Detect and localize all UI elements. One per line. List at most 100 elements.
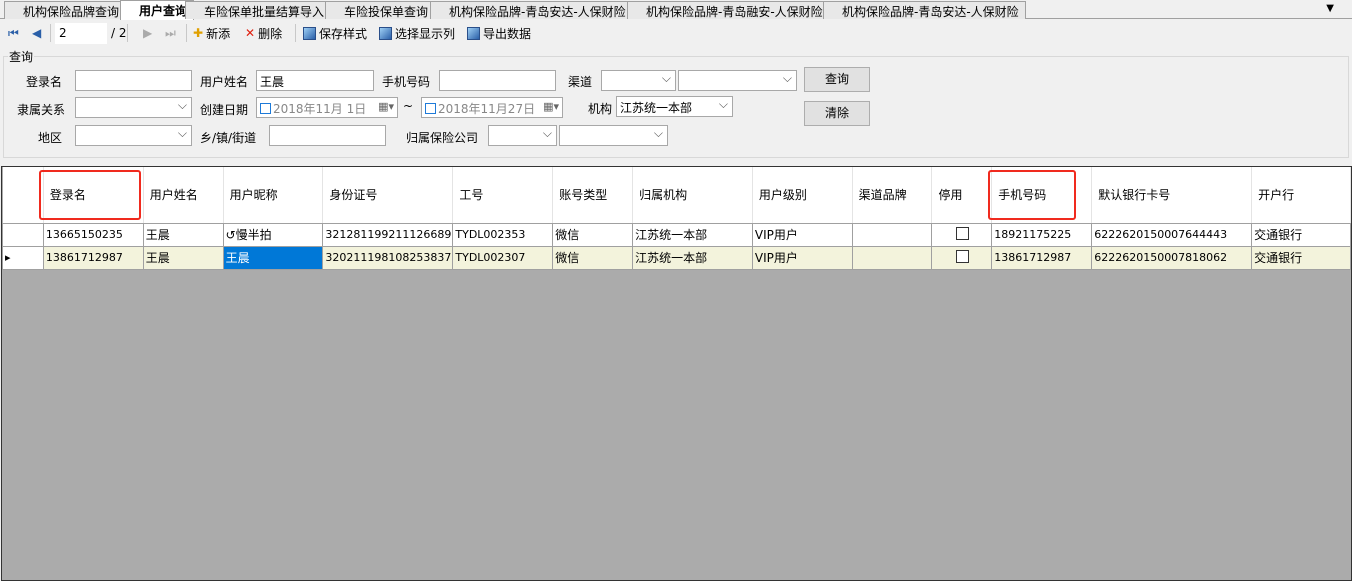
- table-cell[interactable]: 江苏统一本部: [632, 245, 753, 270]
- column-header[interactable]: 开户行: [1251, 167, 1351, 224]
- date-to-picker[interactable]: 2018年11月27日 ▦▾: [421, 97, 563, 118]
- user-grid: 登录名 用户姓名 用户昵称 身份证号 工号 账号类型 归属机构 用户级别 渠道品牌 停用 手机号码默…: [1, 166, 1352, 581]
- image-icon: [303, 26, 316, 40]
- last-page-icon[interactable]: ⏭: [165, 24, 176, 42]
- calendar-icon[interactable]: ▦▾: [378, 100, 394, 113]
- insurer-sub-select[interactable]: [559, 125, 668, 146]
- table-cell[interactable]: 交通银行: [1251, 222, 1351, 247]
- page-total: / 2: [111, 26, 127, 40]
- channel-select[interactable]: [601, 70, 676, 91]
- tab-org-brand-qd-anda-2[interactable]: 机构保险品牌-青岛安达-人保财险: [823, 1, 1026, 19]
- tab-org-brand-qd-anda[interactable]: 机构保险品牌-青岛安达-人保财险: [430, 1, 633, 19]
- save-style-label: 保存样式: [319, 26, 368, 41]
- column-header[interactable]: 停用: [931, 167, 993, 224]
- table-cell[interactable]: TYDL002307: [452, 245, 554, 270]
- username-input[interactable]: 王晨: [256, 70, 374, 91]
- created-date-label: 创建日期: [200, 103, 249, 117]
- channel-sub-select[interactable]: [678, 70, 797, 91]
- table-cell[interactable]: 13861712987: [42, 245, 144, 270]
- table-cell[interactable]: 13861712987: [991, 245, 1093, 270]
- add-label: 新添: [206, 26, 231, 41]
- table-cell[interactable]: 18921175225: [991, 222, 1093, 247]
- next-page-icon[interactable]: ▶: [143, 24, 152, 42]
- image-icon: [379, 26, 392, 40]
- phone-input[interactable]: [439, 70, 556, 91]
- first-page-icon[interactable]: ⏮: [8, 24, 19, 42]
- region-label: 地区: [38, 131, 63, 145]
- table-cell[interactable]: 微信: [552, 245, 634, 270]
- delete-button[interactable]: ✕ 删除: [245, 24, 282, 42]
- table-cell[interactable]: VIP用户: [751, 245, 853, 270]
- table-cell[interactable]: [851, 222, 933, 247]
- org-select[interactable]: 江苏统一本部: [616, 96, 733, 117]
- current-row-indicator[interactable]: ▸: [2, 245, 44, 270]
- region-select[interactable]: [75, 125, 192, 146]
- search-button[interactable]: 查询: [804, 67, 870, 92]
- image-icon: [467, 26, 480, 40]
- table-cell[interactable]: 微信: [552, 222, 634, 247]
- table-cell[interactable]: 6222620150007644443: [1091, 222, 1253, 247]
- column-header[interactable]: 用户级别: [752, 167, 853, 224]
- tab-strip: 机构保险品牌查询 用户查询 车险保单批量结算导入 车险投保单查询 机构保险品牌-…: [0, 0, 1352, 20]
- column-header[interactable]: 身份证号: [322, 167, 454, 224]
- clear-button[interactable]: 清除: [804, 101, 870, 126]
- disabled-checkbox[interactable]: [956, 226, 970, 240]
- table-cell[interactable]: 王晨: [142, 222, 224, 247]
- page-input[interactable]: 2: [55, 23, 107, 44]
- tab-batch-settle-import[interactable]: 车险保单批量结算导入: [185, 1, 332, 19]
- plus-icon: ✚: [193, 26, 204, 40]
- tab-policy-query[interactable]: 车险投保单查询: [325, 1, 436, 19]
- table-cell[interactable]: 6222620150007818062: [1091, 245, 1253, 270]
- highlight-phone-column: [988, 170, 1076, 220]
- calendar-icon[interactable]: ▦▾: [543, 100, 559, 113]
- insurer-label: 归属保险公司: [406, 131, 479, 145]
- column-header[interactable]: 渠道品牌: [852, 167, 933, 224]
- save-style-button[interactable]: 保存样式: [303, 24, 367, 42]
- column-header[interactable]: 账号类型: [552, 167, 634, 224]
- disabled-checkbox[interactable]: [956, 249, 970, 263]
- table-cell[interactable]: 王晨: [142, 245, 224, 270]
- town-input[interactable]: [269, 125, 386, 146]
- export-button[interactable]: 导出数据: [467, 24, 531, 42]
- phone-label: 手机号码: [382, 75, 431, 89]
- table-row[interactable]: ▸ 13861712987 王晨 王晨 320211198108253837 TYDL00…: [2, 245, 1351, 270]
- relation-select[interactable]: [75, 97, 192, 118]
- table-cell[interactable]: [931, 222, 993, 247]
- column-header[interactable]: 工号: [452, 167, 554, 224]
- table-cell[interactable]: VIP用户: [751, 222, 853, 247]
- column-header[interactable]: 默认银行卡号: [1091, 167, 1253, 224]
- row-header-corner: [2, 167, 44, 224]
- delete-label: 删除: [258, 26, 283, 41]
- add-button[interactable]: ✚ 新添: [193, 24, 230, 42]
- table-cell[interactable]: [931, 245, 993, 270]
- login-input[interactable]: [75, 70, 192, 91]
- column-header[interactable]: 归属机构: [632, 167, 753, 224]
- table-cell[interactable]: 320211198108253837: [322, 245, 454, 270]
- date-from-checkbox[interactable]: [260, 103, 271, 114]
- username-label: 用户姓名: [200, 75, 249, 89]
- date-from-picker[interactable]: 2018年11月 1日 ▦▾: [256, 97, 398, 118]
- column-header[interactable]: 用户姓名: [143, 167, 224, 224]
- table-cell[interactable]: [851, 245, 933, 270]
- choose-columns-button[interactable]: 选择显示列: [379, 24, 455, 42]
- tab-menu-dropdown-icon[interactable]: ▼: [1326, 3, 1334, 14]
- table-cell[interactable]: 王晨: [222, 245, 324, 270]
- table-cell[interactable]: 321281199211126689: [322, 222, 454, 247]
- column-header[interactable]: 用户昵称: [223, 167, 324, 224]
- table-cell[interactable]: 13665150235: [42, 222, 144, 247]
- prev-page-icon[interactable]: ◀: [32, 24, 41, 42]
- tab-user-query[interactable]: 用户查询: [120, 0, 195, 20]
- insurer-select[interactable]: [488, 125, 557, 146]
- table-cell[interactable]: ↺慢半拍: [222, 222, 324, 247]
- row-header[interactable]: [2, 222, 44, 247]
- table-cell[interactable]: TYDL002353: [452, 222, 554, 247]
- org-label: 机构: [588, 102, 613, 116]
- tab-org-brand-query[interactable]: 机构保险品牌查询: [4, 1, 127, 19]
- tab-org-brand-qd-rongan[interactable]: 机构保险品牌-青岛融安-人保财险: [627, 1, 830, 19]
- table-cell[interactable]: 交通银行: [1251, 245, 1351, 270]
- table-row[interactable]: 13665150235 王晨 ↺慢半拍 321281199211126689 TYDL0…: [2, 222, 1351, 247]
- highlight-login-column: [39, 170, 141, 220]
- date-to-checkbox[interactable]: [425, 103, 436, 114]
- table-cell[interactable]: 江苏统一本部: [632, 222, 753, 247]
- town-label: 乡/镇/街道: [200, 131, 257, 145]
